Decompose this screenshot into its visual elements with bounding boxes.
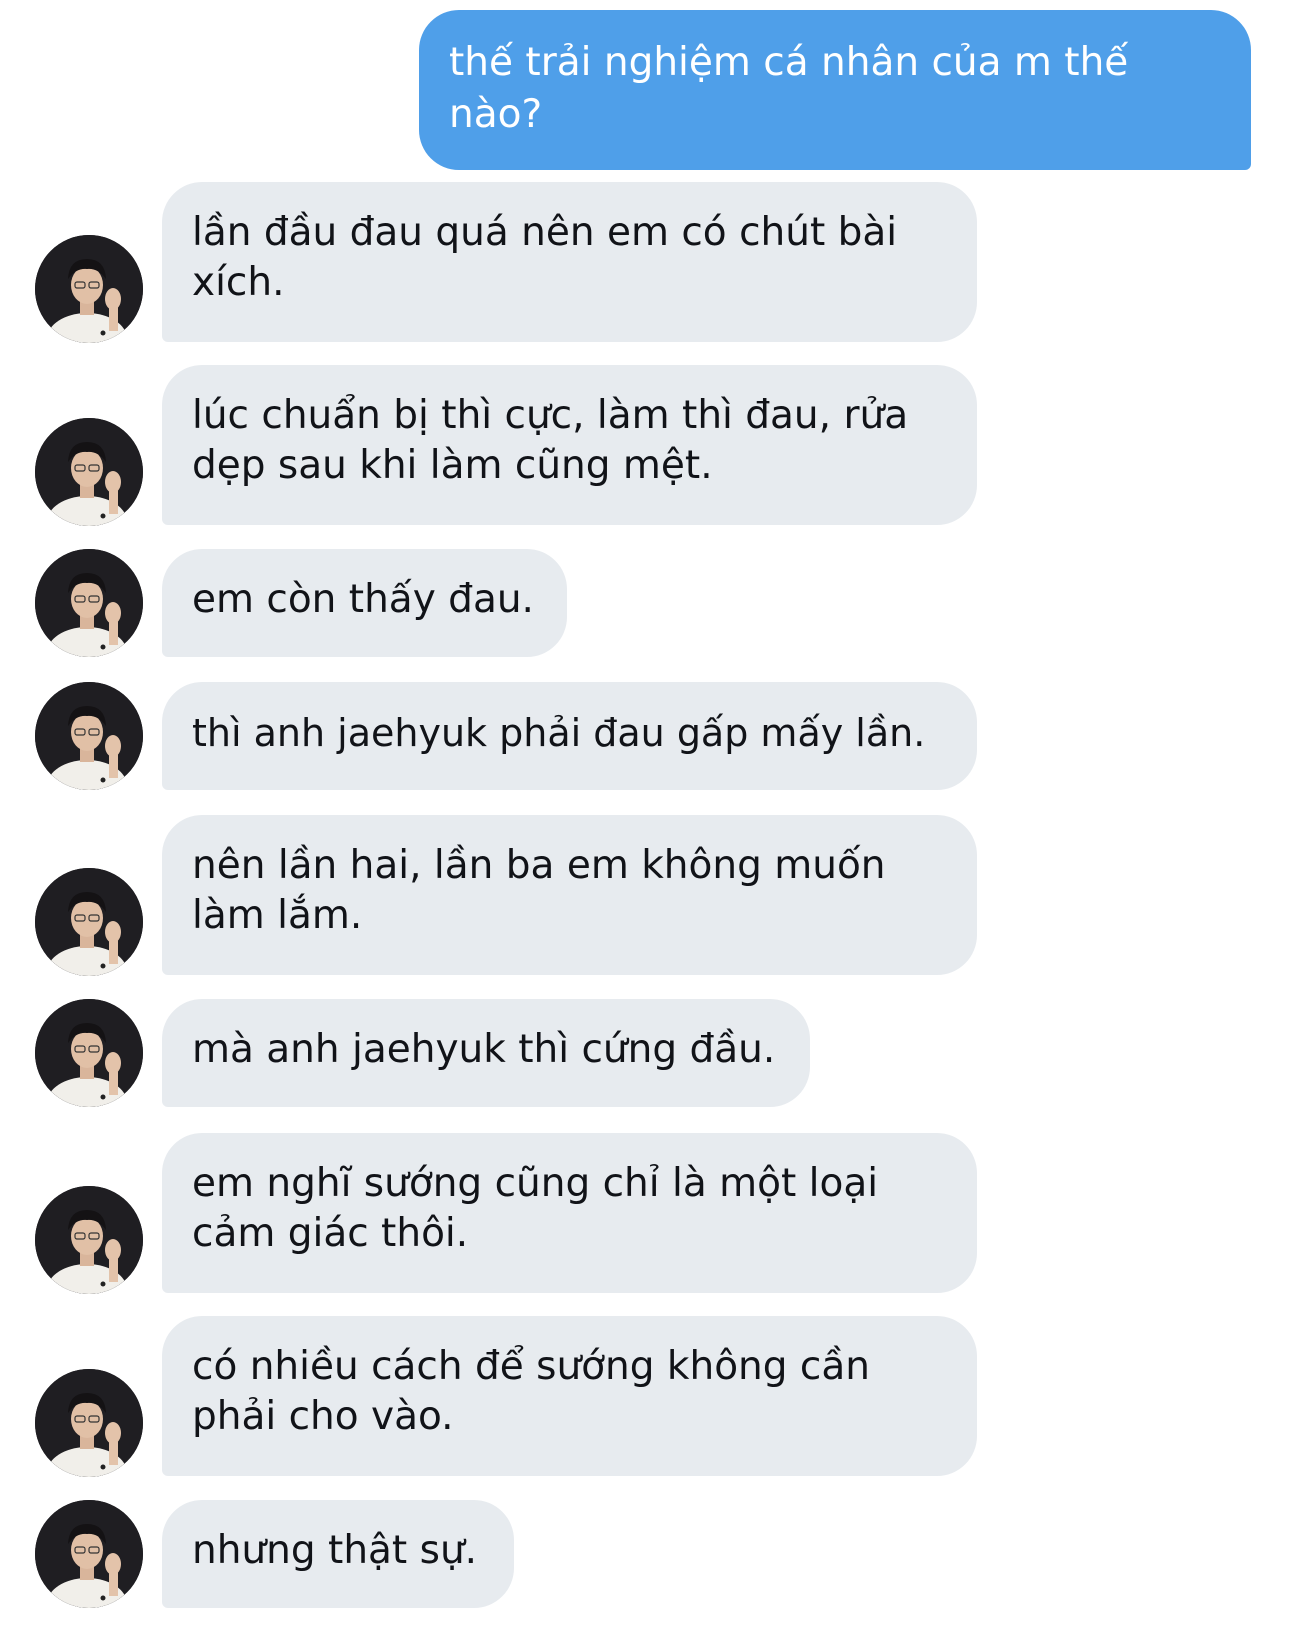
received-message-text: em nghĩ sướng cũng chỉ là một loại cảm g… (192, 1161, 879, 1256)
avatar[interactable] (35, 868, 143, 976)
received-message-bubble[interactable]: thì anh jaehyuk phải đau gấp mấy lần. (162, 682, 977, 790)
received-message-bubble[interactable]: nên lần hai, lần ba em không muốn làm lắ… (162, 815, 977, 975)
avatar[interactable] (35, 1500, 143, 1608)
avatar[interactable] (35, 1369, 143, 1477)
received-message-text: lúc chuẩn bị thì cực, làm thì đau, rửa d… (192, 393, 909, 488)
avatar[interactable] (35, 682, 143, 790)
received-message-text: nhưng thật sự. (192, 1528, 478, 1573)
avatar[interactable] (35, 999, 143, 1107)
received-message-text: lần đầu đau quá nên em có chút bài xích. (192, 210, 898, 305)
avatar[interactable] (35, 235, 143, 343)
received-message-text: mà anh jaehyuk thì cứng đầu. (192, 1027, 776, 1072)
received-message-bubble[interactable]: có nhiều cách để sướng không cần phải ch… (162, 1316, 977, 1476)
received-message-bubble[interactable]: mà anh jaehyuk thì cứng đầu. (162, 999, 810, 1107)
received-message-text: thì anh jaehyuk phải đau gấp mấy lần. (192, 711, 926, 755)
received-message-bubble[interactable]: lúc chuẩn bị thì cực, làm thì đau, rửa d… (162, 365, 977, 525)
received-message-text: có nhiều cách để sướng không cần phải ch… (192, 1344, 870, 1439)
received-message-text: nên lần hai, lần ba em không muốn làm lắ… (192, 843, 886, 938)
avatar[interactable] (35, 1186, 143, 1294)
avatar[interactable] (35, 418, 143, 526)
sent-message-text: thế trải nghiệm cá nhân của m thế nào? (449, 40, 1129, 137)
received-message-bubble[interactable]: em còn thấy đau. (162, 549, 567, 657)
avatar[interactable] (35, 549, 143, 657)
received-message-bubble[interactable]: em nghĩ sướng cũng chỉ là một loại cảm g… (162, 1133, 977, 1293)
sent-message-bubble[interactable]: thế trải nghiệm cá nhân của m thế nào? (419, 10, 1251, 170)
received-message-text: em còn thấy đau. (192, 577, 534, 622)
received-message-bubble[interactable]: nhưng thật sự. (162, 1500, 514, 1608)
received-message-bubble[interactable]: lần đầu đau quá nên em có chút bài xích. (162, 182, 977, 342)
